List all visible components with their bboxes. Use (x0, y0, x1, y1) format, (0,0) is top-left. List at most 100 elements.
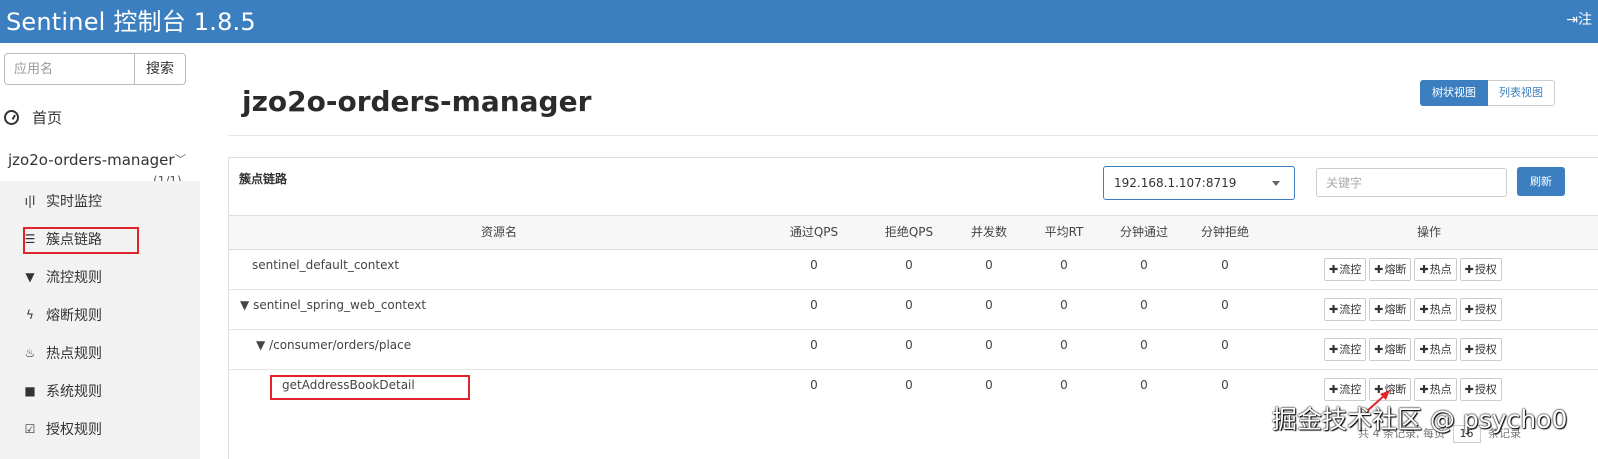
fire-icon: ♨ (24, 346, 36, 360)
minute-block: 0 (1221, 378, 1229, 392)
minute-block: 0 (1221, 258, 1229, 272)
column-header[interactable]: 分钟通过 (1099, 216, 1189, 249)
pass-qps: 0 (810, 338, 818, 352)
table-row: sentinel_default_context 0 0 0 0 0 0 ✚流控… (229, 250, 1598, 290)
annotation-box (23, 227, 139, 254)
block-qps: 0 (905, 298, 913, 312)
sidebar-item-label: 热点规则 (46, 346, 102, 362)
sidebar-item-authority-rules[interactable]: ☑ 授权规则 (24, 419, 102, 439)
sidebar-item-system-rules[interactable]: ■ 系统规则 (24, 381, 102, 401)
resource-name: sentinel_default_context (252, 258, 400, 272)
flash-icon: ϟ (26, 308, 34, 322)
add-param-rule-button[interactable]: ✚热点 (1414, 258, 1457, 281)
add-flow-rule-button[interactable]: ✚流控 (1324, 298, 1367, 321)
tree-toggle-icon[interactable]: ▼ (240, 298, 249, 312)
nav-home-label: 首页 (32, 109, 63, 127)
sidebar-item-label: 系统规则 (46, 384, 102, 400)
sidebar: 搜索 首页 jzo2o-orders-manager ﹀ (1/1) ı|l 实… (0, 43, 200, 459)
row-actions: ✚流控 ✚熔断 ✚热点 ✚授权 (1324, 298, 1502, 321)
sidebar-item-label: 授权规则 (46, 422, 102, 438)
sidebar-item-label: 熔断规则 (46, 308, 102, 324)
top-navbar: Sentinel 控制台 1.8.5 ⇥注 (0, 0, 1598, 43)
machine-select[interactable]: 192.168.1.107:8719 (1103, 166, 1295, 200)
sidebar-item-flow-rules[interactable]: ▼ 流控规则 (24, 267, 102, 287)
add-flow-rule-button[interactable]: ✚流控 (1324, 338, 1367, 361)
app-search-input[interactable] (4, 53, 134, 85)
pass-qps: 0 (810, 298, 818, 312)
block-qps: 0 (905, 378, 913, 392)
app-search: 搜索 (4, 53, 186, 85)
check-icon: ☑ (24, 422, 36, 436)
sidebar-item-degrade-rules[interactable]: ϟ 熔断规则 (24, 305, 102, 325)
filter-icon: ▼ (25, 270, 35, 284)
row-actions: ✚流控 ✚熔断 ✚热点 ✚授权 (1324, 378, 1502, 401)
sidebar-item-param-rules[interactable]: ♨ 热点规则 (24, 343, 102, 363)
pass-qps: 0 (810, 258, 818, 272)
add-authority-rule-button[interactable]: ✚授权 (1459, 378, 1502, 401)
machine-select-value: 192.168.1.107:8719 (1114, 176, 1237, 190)
minute-pass: 0 (1140, 298, 1148, 312)
column-header[interactable]: 分钟拒绝 (1180, 216, 1270, 249)
sidebar-item-label: 实时监控 (46, 194, 102, 210)
add-param-rule-button[interactable]: ✚热点 (1414, 298, 1457, 321)
row-actions: ✚流控 ✚熔断 ✚热点 ✚授权 (1324, 258, 1502, 281)
column-header[interactable]: 平均RT (1019, 216, 1109, 249)
tree-toggle-icon[interactable]: ▼ (256, 338, 265, 352)
column-header[interactable]: 资源名 (229, 216, 769, 249)
app-submenu: ı|l 实时监控 ☰ 簇点链路 ▼ 流控规则 ϟ 熔断规则 ♨ 热点规则 ■ 系… (0, 181, 200, 459)
add-param-rule-button[interactable]: ✚热点 (1414, 338, 1457, 361)
refresh-button[interactable]: 刷新 (1517, 167, 1565, 196)
resource-name-cell[interactable]: ▼ /consumer/orders/place (256, 330, 411, 370)
column-header[interactable]: 通过QPS (769, 216, 859, 249)
add-flow-rule-button[interactable]: ✚流控 (1324, 378, 1367, 401)
column-header: 操作 (1416, 225, 1441, 239)
avg-rt: 0 (1060, 338, 1068, 352)
logout-icon[interactable]: ⇥注 (1566, 9, 1592, 29)
brand-title[interactable]: Sentinel 控制台 1.8.5 (6, 2, 256, 37)
minute-block: 0 (1221, 338, 1229, 352)
add-degrade-rule-button[interactable]: ✚熔断 (1369, 258, 1412, 281)
minute-pass: 0 (1140, 338, 1148, 352)
avg-rt: 0 (1060, 378, 1068, 392)
caret-down-icon (1272, 181, 1280, 186)
minute-pass: 0 (1140, 258, 1148, 272)
add-param-rule-button[interactable]: ✚热点 (1414, 378, 1457, 401)
row-actions: ✚流控 ✚熔断 ✚热点 ✚授权 (1324, 338, 1502, 361)
add-degrade-rule-button[interactable]: ✚熔断 (1369, 298, 1412, 321)
divider (228, 135, 1598, 136)
table-row: ▼ /consumer/orders/place 0 0 0 0 0 0 ✚流控… (229, 330, 1598, 370)
annotation-box (270, 375, 470, 400)
nav-home[interactable]: 首页 (4, 107, 62, 128)
minute-pass: 0 (1140, 378, 1148, 392)
add-authority-rule-button[interactable]: ✚授权 (1459, 298, 1502, 321)
search-button[interactable]: 搜索 (134, 53, 186, 85)
view-toggle: 树状视图 列表视图 (1420, 80, 1555, 106)
table-header: 资源名 通过QPS 拒绝QPS 并发数 平均RT 分钟通过 分钟拒绝 操作 (229, 215, 1598, 250)
avg-rt: 0 (1060, 298, 1068, 312)
page-title: jzo2o-orders-manager (242, 85, 592, 118)
column-header[interactable]: 拒绝QPS (864, 216, 954, 249)
panel-title: 簇点链路 (239, 172, 288, 186)
dashboard-icon (4, 110, 19, 125)
add-authority-rule-button[interactable]: ✚授权 (1459, 258, 1502, 281)
table-row: ▼ sentinel_spring_web_context 0 0 0 0 0 … (229, 290, 1598, 330)
sidebar-item-metric[interactable]: ı|l 实时监控 (24, 191, 102, 211)
chevron-down-icon[interactable]: ﹀ (175, 151, 186, 167)
add-degrade-rule-button[interactable]: ✚熔断 (1369, 338, 1412, 361)
block-qps: 0 (905, 258, 913, 272)
resource-name-cell[interactable]: ▼ sentinel_spring_web_context (240, 290, 426, 330)
watermark: 掘金技术社区 @ psycho0 (1272, 405, 1568, 434)
resource-name: sentinel_spring_web_context (253, 298, 427, 312)
tree-view-button[interactable]: 树状视图 (1420, 80, 1488, 106)
add-flow-rule-button[interactable]: ✚流控 (1324, 258, 1367, 281)
app-menu-title[interactable]: jzo2o-orders-manager (8, 151, 175, 169)
keyword-input[interactable] (1316, 168, 1507, 197)
add-authority-rule-button[interactable]: ✚授权 (1459, 338, 1502, 361)
bar-chart-icon: ı|l (24, 194, 36, 208)
list-view-button[interactable]: 列表视图 (1488, 80, 1555, 106)
minute-block: 0 (1221, 298, 1229, 312)
resource-name: /consumer/orders/place (269, 338, 412, 352)
sidebar-item-label: 流控规则 (46, 270, 102, 286)
pass-qps: 0 (810, 378, 818, 392)
avg-rt: 0 (1060, 258, 1068, 272)
